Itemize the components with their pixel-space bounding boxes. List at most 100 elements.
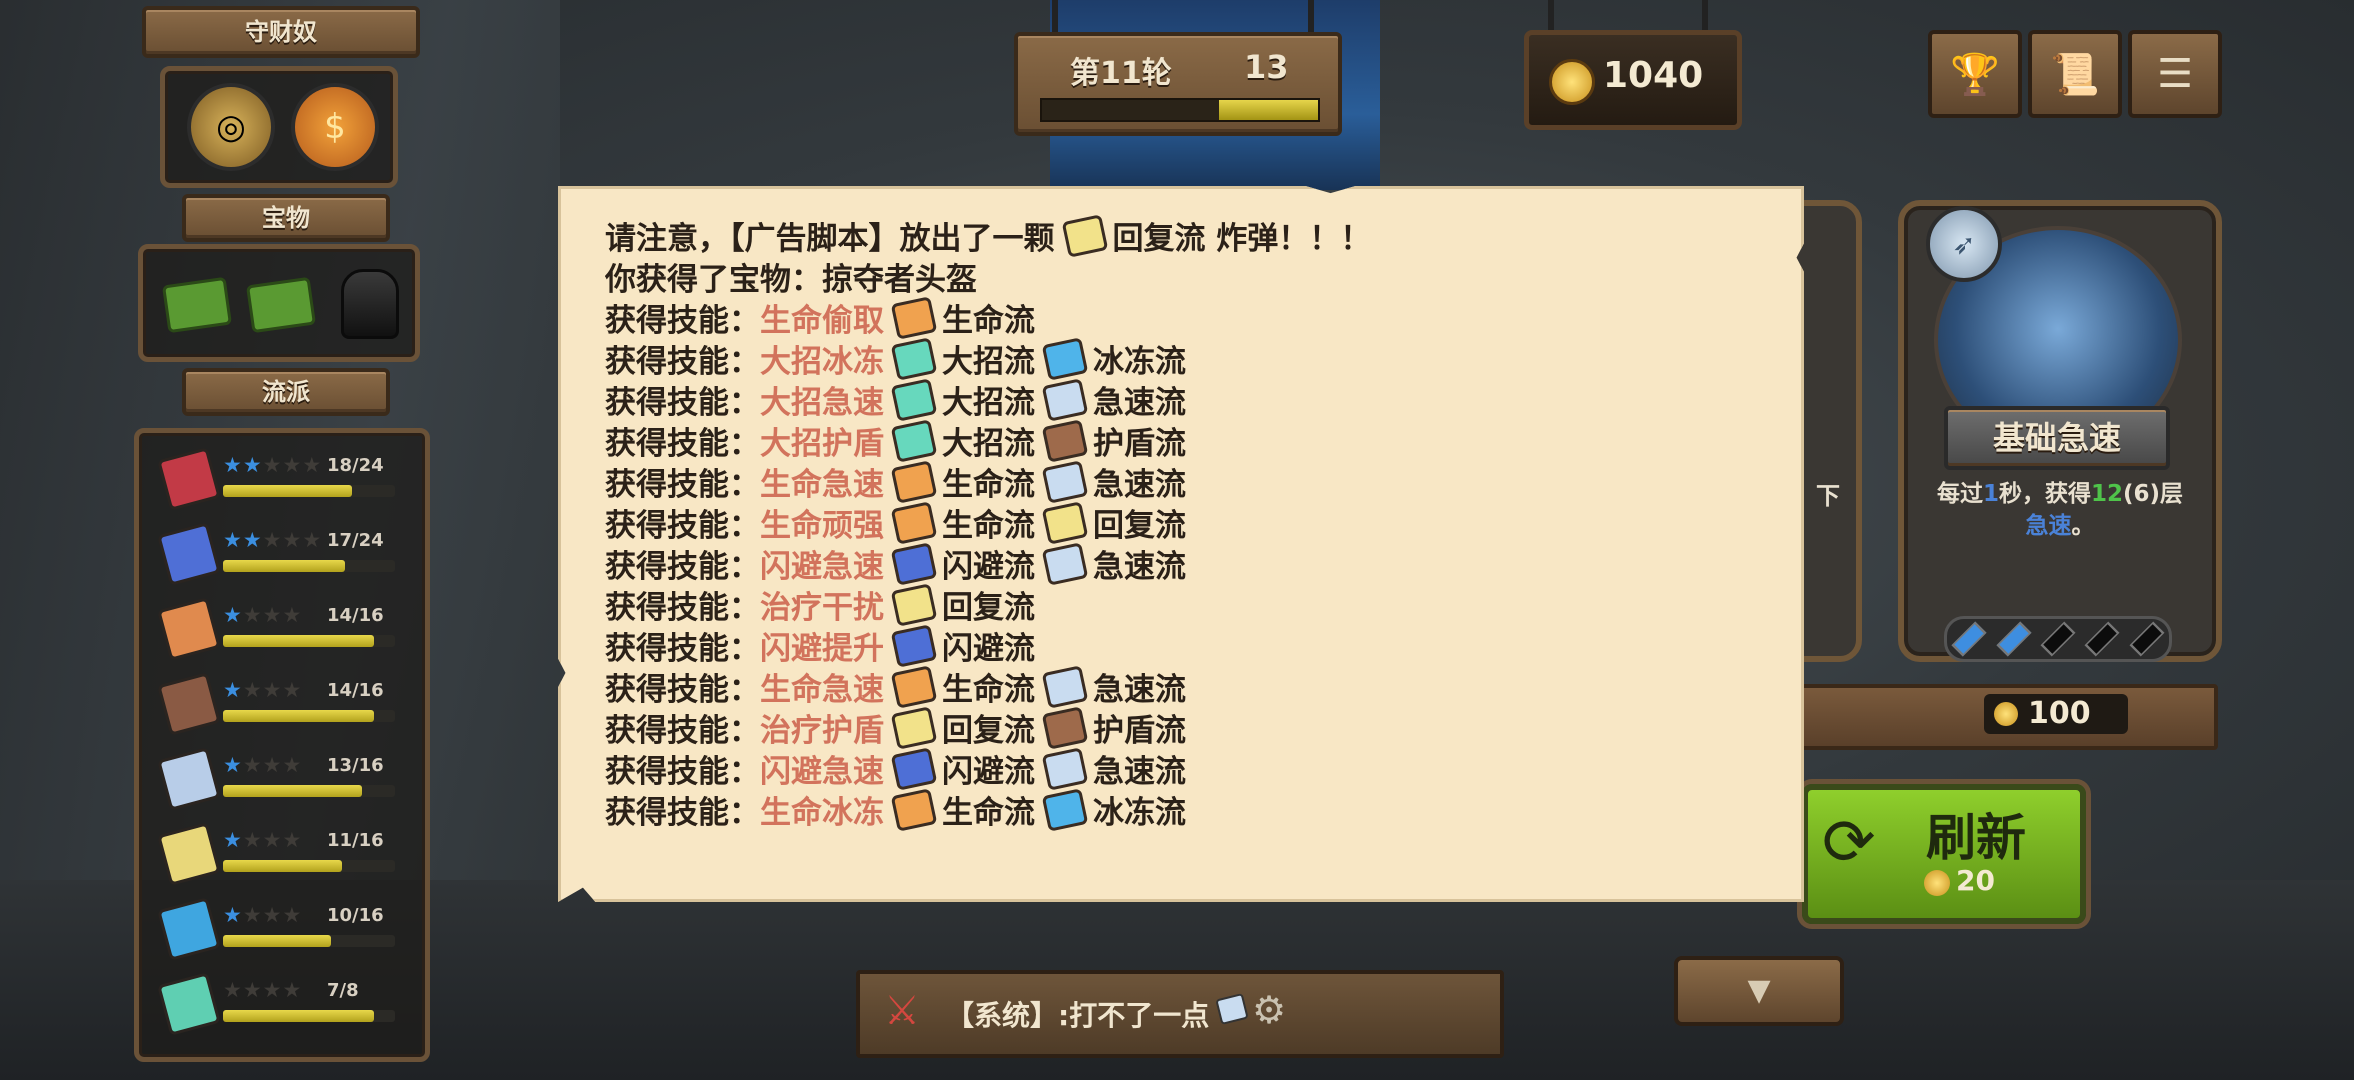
chat-text: 【系统】:打不了一点	[946, 999, 1210, 1032]
skill-gain-line: 获得技能： 生命急速 生命流 急速流	[605, 459, 1755, 504]
star-icon: ★	[242, 753, 263, 777]
school-progress-bar	[223, 485, 395, 497]
skill-gain-line: 获得技能： 闪避提升 闪避流	[605, 623, 1755, 668]
price-tag[interactable]: 100	[1984, 694, 2128, 734]
notification-parchment[interactable]: 请注意，【广告脚本】放出了一颗 回复流 炸弹！！！ 你获得了宝物：掠夺者头盔 获…	[558, 186, 1804, 902]
speed-school-chip-icon	[1041, 541, 1089, 586]
ult-school-chip-icon	[890, 336, 938, 381]
school-progress-fill	[223, 935, 331, 947]
skill-prefix: 获得技能：	[605, 385, 760, 421]
school-book-icon	[157, 672, 221, 736]
wing-icon: ➶	[1926, 206, 2002, 282]
school-tag-label: 生命流	[942, 795, 1035, 831]
money-stack-icon[interactable]	[161, 276, 233, 334]
school-row[interactable]: ★★★★★ 17/24	[155, 522, 405, 598]
skill-prefix: 获得技能：	[605, 590, 760, 626]
school-stars: ★★★★	[223, 903, 302, 927]
school-count: 11/16	[327, 830, 384, 851]
chain-right-gold	[1702, 0, 1708, 34]
school-row[interactable]: ★★★★★ 18/24	[155, 447, 405, 523]
school-tag-label: 急速流	[1093, 754, 1186, 790]
chevron-down-icon: ▼	[1747, 973, 1771, 1008]
skill-prefix: 获得技能：	[605, 344, 760, 380]
school-book-icon	[157, 747, 221, 811]
school-row[interactable]: ★★★★ 13/16	[155, 747, 405, 823]
school-count: 18/24	[327, 455, 384, 476]
desc-post: 层	[2160, 481, 2184, 507]
refresh-coin-icon	[1924, 870, 1950, 896]
skill-name: 大招护盾	[760, 426, 884, 462]
school-progress-fill	[223, 635, 374, 647]
school-row[interactable]: ★★★★ 10/16	[155, 897, 405, 973]
shield-school-chip-icon	[1041, 418, 1089, 463]
ult-school-chip-icon	[890, 418, 938, 463]
star-icon: ★	[262, 978, 283, 1002]
round-progress-bar	[1040, 98, 1320, 122]
ice-school-chip-icon	[1041, 787, 1089, 832]
desc-end: 。	[2071, 513, 2095, 539]
guardian-title-plate: 守财奴	[142, 6, 420, 58]
school-book-icon	[157, 522, 221, 586]
school-progress-bar	[223, 560, 395, 572]
guardian-panel: ◎ $	[160, 66, 398, 188]
refresh-button[interactable]: ⟳ 刷新 20	[1802, 784, 2086, 924]
skill-card[interactable]: ➶ 基础急速 每过1秒，获得12(6)层 急速。	[1898, 200, 2222, 662]
school-row[interactable]: ★★★★ 14/16	[155, 672, 405, 748]
school-count: 10/16	[327, 905, 384, 926]
skill-gain-line: 获得技能： 治疗护盾 回复流 护盾流	[605, 705, 1755, 750]
refresh-cost: 20	[1956, 864, 1995, 897]
menu-button[interactable]: ☰	[2128, 30, 2222, 118]
bomb-notice-line: 请注意，【广告脚本】放出了一颗 回复流 炸弹！！！	[605, 215, 1755, 258]
star-icon: ★	[223, 828, 243, 852]
skill-gain-line: 获得技能： 大招急速 大招流 急速流	[605, 377, 1755, 422]
gold-coin-badge-icon[interactable]: $	[291, 83, 379, 171]
speed-school-chip-icon	[1041, 377, 1089, 422]
price-value: 100	[2028, 696, 2091, 731]
price-plank: 100	[1790, 684, 2218, 750]
rarity-gems	[1944, 616, 2172, 662]
school-tag-label: 急速流	[1093, 385, 1186, 421]
school-count: 14/16	[327, 680, 384, 701]
school-progress-bar	[223, 1010, 395, 1022]
chat-bar[interactable]: ⚔ 【系统】:打不了一点 ⚙	[856, 970, 1504, 1058]
skill-gain-line: 获得技能： 大招冰冻 大招流 冰冻流	[605, 336, 1755, 381]
school-row[interactable]: ★★★★ 14/16	[155, 597, 405, 673]
skill-prefix: 获得技能：	[605, 549, 760, 585]
star-icon: ★	[242, 978, 263, 1002]
school-row[interactable]: ★★★★ 7/8	[155, 972, 405, 1048]
star-icon: ★	[223, 978, 243, 1002]
gem-empty-icon	[2129, 621, 2165, 657]
school-tag-label: 急速流	[1093, 549, 1186, 585]
star-icon: ★	[282, 678, 303, 702]
star-icon: ★	[242, 828, 263, 852]
coin-pile-icon[interactable]: ◎	[187, 83, 275, 171]
gold-amount: 1040	[1603, 55, 1704, 96]
shield-school-chip-icon	[1041, 705, 1089, 750]
expand-button[interactable]: ▼	[1674, 956, 1844, 1026]
star-icon: ★	[262, 453, 283, 477]
school-tag-label: 急速流	[1093, 467, 1186, 503]
skill-name: 闪避提升	[760, 631, 884, 667]
bomb-notice-pre: 请注意，【广告脚本】放出了一颗	[605, 221, 1055, 257]
school-tag-label: 生命流	[942, 303, 1035, 339]
star-icon: ★	[242, 453, 263, 477]
school-stars: ★★★★	[223, 678, 302, 702]
star-icon: ★	[262, 828, 283, 852]
school-book-icon	[157, 897, 221, 961]
raider-helmet-icon[interactable]	[341, 269, 399, 339]
school-stars: ★★★★	[223, 753, 302, 777]
gold-coin-icon	[1549, 59, 1595, 105]
scroll-button[interactable]: 📜	[2028, 30, 2122, 118]
school-count: 17/24	[327, 530, 384, 551]
school-row[interactable]: ★★★★ 11/16	[155, 822, 405, 898]
desc-mid: 秒，获得	[1998, 481, 2091, 507]
star-icon: ★	[242, 678, 263, 702]
school-tag-label: 闪避流	[942, 631, 1035, 667]
star-icon: ★	[223, 603, 243, 627]
money-stack-icon[interactable]	[245, 276, 317, 334]
desc-line2: 急速	[2025, 513, 2072, 539]
trophy-button[interactable]: 🏆	[1928, 30, 2022, 118]
skill-gain-line: 获得技能： 生命冰冻 生命流 冰冻流	[605, 787, 1755, 832]
skill-gain-line: 获得技能： 治疗干扰 回复流	[605, 582, 1755, 627]
star-icon: ★	[282, 603, 303, 627]
